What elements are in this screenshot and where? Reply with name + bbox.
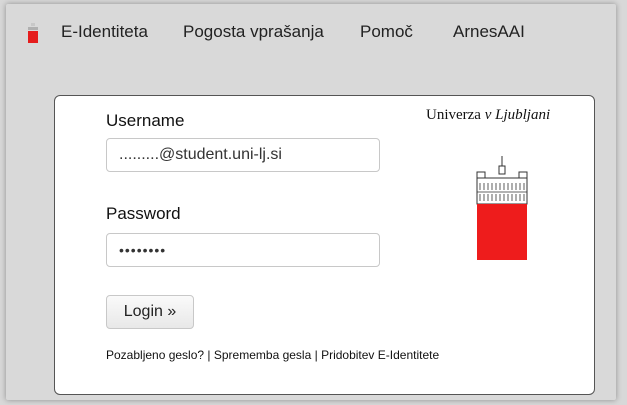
username-label: Username [106, 111, 185, 130]
e-identity-logo-icon [28, 23, 38, 43]
university-name: Univerza v Ljubljani [426, 107, 550, 124]
change-password-link[interactable]: Sprememba gesla [214, 348, 311, 362]
username-value: .........@student.uni-lj.si [119, 146, 282, 163]
obtain-identity-link[interactable]: Pridobitev E-Identitete [321, 348, 439, 362]
login-button[interactable]: Login » [106, 295, 194, 329]
nav-item-pogosta-vprasanja[interactable]: Pogosta vprašanja [183, 22, 324, 42]
account-links: Pozabljeno geslo? | Sprememba gesla | Pr… [106, 348, 439, 362]
forgot-password-link[interactable]: Pozabljeno geslo? [106, 348, 204, 362]
username-field[interactable]: .........@student.uni-lj.si [106, 138, 380, 172]
page-frame: E-Identiteta Pogosta vprašanja Pomoč Arn… [6, 4, 616, 400]
nav-item-arnesaai[interactable]: ArnesAAI [453, 22, 525, 42]
university-seal-icon [476, 156, 528, 260]
university-name-italic: v Ljubljani [484, 107, 551, 123]
login-card: Username .........@student.uni-lj.si Pas… [54, 95, 595, 395]
nav-item-pomoc[interactable]: Pomoč [360, 22, 413, 42]
link-separator: | [311, 348, 322, 362]
university-name-regular: Univerza [426, 107, 481, 123]
link-separator: | [204, 348, 214, 362]
password-value: •••••••• [119, 242, 167, 258]
nav-item-e-identiteta[interactable]: E-Identiteta [61, 22, 148, 42]
password-label: Password [106, 204, 181, 223]
top-navigation: E-Identiteta Pogosta vprašanja Pomoč Arn… [6, 4, 616, 64]
password-field[interactable]: •••••••• [106, 233, 380, 267]
